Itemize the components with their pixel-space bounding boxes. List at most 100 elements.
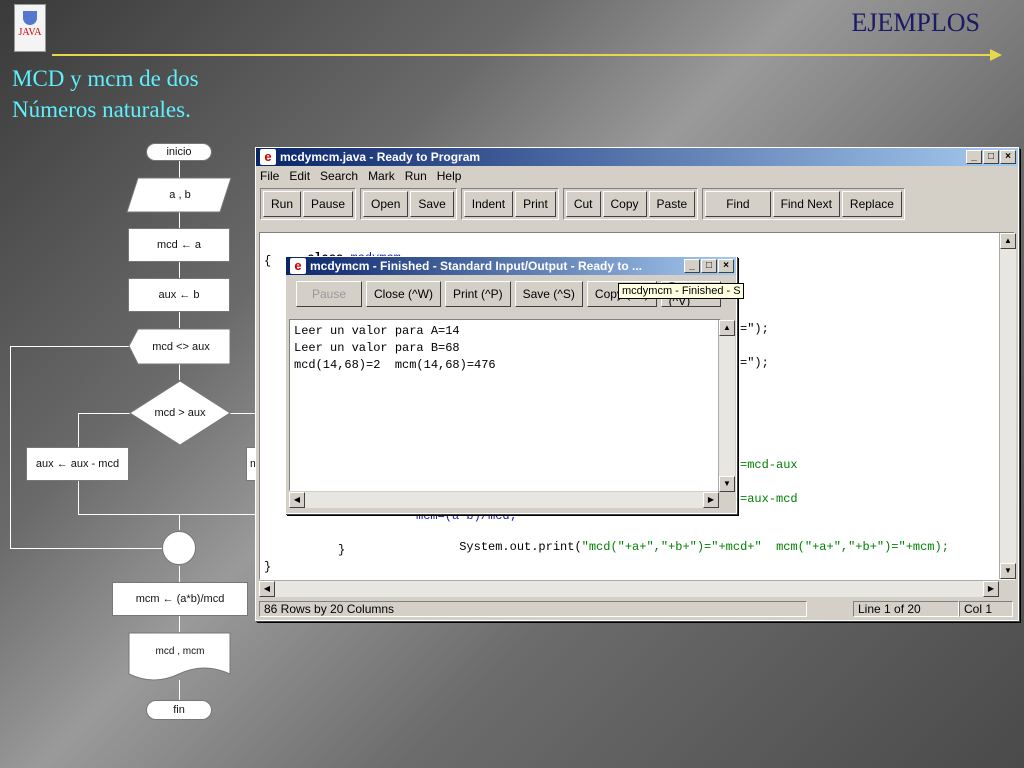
scroll-down-icon[interactable]: ▼ — [1000, 563, 1016, 579]
scroll-right-icon[interactable]: ▶ — [703, 492, 719, 508]
code-fragment: ="); — [740, 322, 769, 336]
scroll-down-icon[interactable]: ▼ — [719, 476, 735, 492]
connector — [78, 413, 79, 447]
menu-edit[interactable]: Edit — [289, 169, 310, 183]
console-pause-button[interactable]: Pause — [296, 281, 362, 307]
editor-horizontal-scrollbar[interactable]: ◀ ▶ — [259, 580, 999, 597]
flow-output: mcd , mcm — [155, 645, 205, 657]
code-line: { — [264, 254, 272, 268]
logo-text: JAVA — [18, 27, 42, 38]
status-size: 86 Rows by 20 Columns — [259, 601, 807, 617]
app-icon: e — [290, 258, 306, 274]
menu-mark[interactable]: Mark — [368, 169, 395, 183]
console-vertical-scrollbar[interactable]: ▲ ▼ — [718, 320, 735, 492]
connector — [10, 346, 130, 347]
code-line: } — [338, 543, 346, 557]
connector — [10, 346, 11, 549]
maximize-button[interactable]: □ — [983, 150, 999, 164]
open-button[interactable]: Open — [363, 191, 409, 217]
scroll-right-icon[interactable]: ▶ — [983, 581, 999, 597]
console-horizontal-scrollbar[interactable]: ◀ ▶ — [289, 492, 719, 508]
console-close-button[interactable]: Close (^W) — [366, 281, 441, 307]
ide-titlebar[interactable]: e mcdymcm.java - Ready to Program _ □ × — [256, 148, 1018, 166]
cut-button[interactable]: Cut — [565, 191, 601, 217]
output-line: Leer un valor para B=68 — [294, 341, 460, 355]
ide-statusbar: 86 Rows by 20 Columns Line 1 of 20 Col 1 — [259, 599, 1015, 619]
connector — [78, 514, 256, 515]
code-call: System.out.print( — [459, 540, 582, 554]
editor-vertical-scrollbar[interactable]: ▲ ▼ — [999, 233, 1016, 579]
replace-button[interactable]: Replace — [841, 191, 902, 217]
flow-assign-mcd: mcd ← a — [128, 228, 230, 262]
coffee-cup-icon — [23, 11, 37, 25]
output-line: Leer un valor para A=14 — [294, 324, 460, 338]
java-logo: JAVA — [14, 4, 46, 52]
menu-file[interactable]: File — [260, 169, 279, 183]
find-button[interactable]: Find — [705, 191, 771, 217]
flow-input: a , b — [169, 189, 191, 201]
connector — [179, 616, 180, 632]
ide-toolbar: Run Pause Open Save Indent Print Cut Cop… — [256, 186, 1018, 222]
connector — [179, 212, 180, 228]
connector — [179, 312, 180, 328]
output-line: mcd(14,68)=2 mcm(14,68)=476 — [294, 358, 496, 372]
slide-title: EJEMPLOS — [851, 8, 980, 37]
menu-run[interactable]: Run — [405, 169, 427, 183]
code-string: mcm("+a+","+b+")="+mcm); — [776, 540, 949, 554]
paste-button[interactable]: Paste — [648, 191, 696, 217]
console-print-button[interactable]: Print (^P) — [444, 281, 511, 307]
connector — [179, 566, 180, 582]
maximize-button[interactable]: □ — [701, 259, 717, 273]
code-fragment: ="); — [740, 356, 769, 370]
print-button[interactable]: Print — [515, 191, 556, 217]
find-next-button[interactable]: Find Next — [772, 191, 840, 217]
close-button[interactable]: × — [1000, 150, 1016, 164]
code-fragment: =aux-mcd — [740, 492, 798, 506]
code-fragment: =mcd-aux — [740, 458, 798, 472]
flow-connector-node — [162, 531, 196, 565]
connector — [179, 514, 180, 530]
scroll-up-icon[interactable]: ▲ — [1000, 233, 1016, 249]
scroll-left-icon[interactable]: ◀ — [259, 581, 275, 597]
connector — [179, 262, 180, 278]
pause-button[interactable]: Pause — [303, 191, 354, 217]
flow-loop: mcd <> aux — [152, 340, 210, 353]
copy-button[interactable]: Copy — [602, 191, 647, 217]
code-string: "mcd("+a+","+b+")="+mcd+" — [581, 540, 762, 554]
console-title: mcdymcm - Finished - Standard Input/Outp… — [310, 259, 643, 273]
connector — [10, 548, 162, 549]
flow-assign-aux: aux ← b — [128, 278, 230, 312]
minimize-button[interactable]: _ — [684, 259, 700, 273]
connector — [78, 413, 130, 414]
console-output[interactable]: Leer un valor para A=14 Leer un valor pa… — [289, 319, 721, 491]
menu-search[interactable]: Search — [320, 169, 358, 183]
indent-button[interactable]: Indent — [463, 191, 514, 217]
ide-menubar: File Edit Search Mark Run Help — [256, 166, 1018, 186]
console-save-button[interactable]: Save (^S) — [514, 281, 583, 307]
flow-decision: mcd > aux — [154, 407, 206, 419]
app-icon: e — [260, 149, 276, 165]
taskbar-tooltip: mcdymcm - Finished - S — [618, 283, 744, 299]
save-button[interactable]: Save — [410, 191, 454, 217]
connector — [179, 364, 180, 380]
arrow-icon — [990, 49, 1002, 61]
title-divider — [52, 54, 992, 56]
scroll-left-icon[interactable]: ◀ — [289, 492, 305, 508]
flow-end: fin — [146, 700, 212, 720]
status-col: Col 1 — [959, 601, 1013, 617]
status-line: Line 1 of 20 — [853, 601, 959, 617]
close-button[interactable]: × — [718, 259, 734, 273]
connector — [230, 413, 256, 414]
code-line: } — [264, 560, 272, 574]
ide-title: mcdymcm.java - Ready to Program — [280, 150, 481, 164]
run-button[interactable]: Run — [263, 191, 302, 217]
menu-help[interactable]: Help — [437, 169, 462, 183]
flow-left-branch: aux ← aux - mcd — [26, 447, 129, 481]
minimize-button[interactable]: _ — [966, 150, 982, 164]
flow-assign-mcm: mcm ← (a*b)/mcd — [112, 582, 248, 616]
slide-subtitle: MCD y mcm de dos Números naturales. — [12, 66, 199, 122]
flow-start: inicio — [146, 143, 212, 161]
scroll-up-icon[interactable]: ▲ — [719, 320, 735, 336]
console-titlebar[interactable]: e mcdymcm - Finished - Standard Input/Ou… — [286, 257, 736, 275]
connector — [78, 481, 79, 515]
